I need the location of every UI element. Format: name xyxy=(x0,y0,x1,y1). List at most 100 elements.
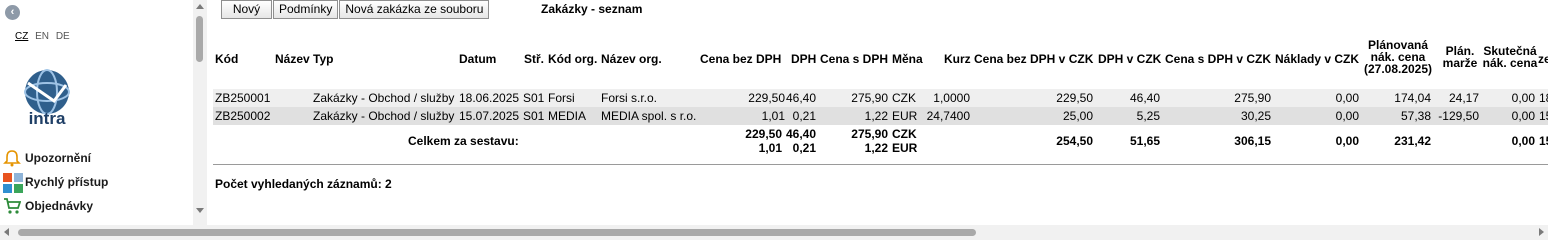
sidebar-item-upozorneni[interactable]: Upozornění xyxy=(3,146,108,170)
sidebar-item-label: Objednávky xyxy=(25,199,94,213)
total-planovana: 231,42 xyxy=(1394,134,1431,148)
cell-skutecna: 0,00 xyxy=(1511,109,1535,123)
header-cena-s-dph[interactable]: Cena s DPH xyxy=(820,52,888,66)
header-naklady-czk[interactable]: Náklady v CZK xyxy=(1275,52,1359,66)
divider xyxy=(213,164,1548,165)
header-kod[interactable]: Kód xyxy=(215,52,238,66)
cell-cena-s-dph-czk: 275,90 xyxy=(1234,91,1271,105)
cell-kurz: 24,7400 xyxy=(926,109,970,123)
conditions-button[interactable]: Podmínky xyxy=(273,0,339,19)
total-skutecna: 0,00 xyxy=(1511,134,1535,148)
sidebar-menu: Upozornění Rychlý přístup Objednávky xyxy=(3,146,108,218)
total-value: 46,40 xyxy=(785,127,816,141)
cell-mena: CZK xyxy=(892,91,916,105)
total-cena-s-dph-czk: 306,15 xyxy=(1234,134,1271,148)
sidebar-item-objednavky[interactable]: Objednávky xyxy=(3,194,108,218)
total-value: 1,01 xyxy=(758,141,782,155)
cell-cena-bez-dph-czk: 25,00 xyxy=(1062,109,1093,123)
total-naklady-czk: 0,00 xyxy=(1335,134,1359,148)
cell-cena-bez-dph: 229,50 xyxy=(748,91,785,105)
cell-naklady-czk: 0,00 xyxy=(1335,91,1359,105)
header-skutecna-nak-cena[interactable]: Skutečná nák. cena xyxy=(1481,45,1539,69)
new-button[interactable]: Nový xyxy=(221,0,272,19)
header-typ[interactable]: Typ xyxy=(313,52,333,66)
header-cena-bez-dph[interactable]: Cena bez DPH xyxy=(700,52,781,66)
cell-cena-s-dph: 275,90 xyxy=(851,91,888,105)
header-line: nák. cena xyxy=(1482,56,1538,70)
header-line: marže xyxy=(1442,56,1478,70)
cell-typ: Zakázky - Obchod / služby xyxy=(313,91,455,105)
cell-dph-czk: 5,25 xyxy=(1136,109,1160,123)
sidebar-item-label: Rychlý přístup xyxy=(25,175,109,189)
header-kod-org[interactable]: Kód org. xyxy=(548,52,597,66)
table-row[interactable]: ZB250002 Zakázky - Obchod / služby 15.07… xyxy=(213,107,1548,125)
cell-datum: 18.06.2025 xyxy=(459,91,520,105)
cell-cena-bez-dph-czk: 229,50 xyxy=(1056,91,1093,105)
header-plan-marze[interactable]: Plán. marže xyxy=(1439,45,1481,69)
cell-typ: Zakázky - Obchod / služby xyxy=(313,109,455,123)
sidebar-scrollbar[interactable] xyxy=(193,0,207,225)
total-value: 229,50 xyxy=(745,127,782,141)
language-switcher: CZ EN DE xyxy=(15,31,74,42)
cell-kod-org: MEDIA xyxy=(548,109,587,123)
header-kurz[interactable]: Kurz xyxy=(944,52,971,66)
header-nazev-org[interactable]: Název org. xyxy=(601,52,662,66)
header-mena[interactable]: Měna xyxy=(892,52,923,66)
header-planovana-nak-cena[interactable]: Plánovaná nák. cena (27.08.2025) xyxy=(1360,39,1436,75)
sidebar-item-rychly-pristup[interactable]: Rychlý přístup xyxy=(3,170,108,194)
cell-datum: 15.07.2025 xyxy=(459,109,520,123)
intra-logo[interactable]: intra xyxy=(14,67,80,127)
cell-nazev-org: Forsi s.r.o. xyxy=(601,91,658,105)
cell-cut: 15 xyxy=(1539,109,1548,123)
cart-icon xyxy=(3,197,22,215)
horizontal-scrollbar[interactable] xyxy=(0,225,1548,240)
cell-mena: EUR xyxy=(892,109,918,123)
cell-cena-s-dph: 1,22 xyxy=(864,109,888,123)
header-datum[interactable]: Datum xyxy=(459,52,496,66)
header-cut-column[interactable]: ze xyxy=(1538,52,1548,66)
scroll-down-icon[interactable] xyxy=(196,208,204,213)
cell-kurz: 1,0000 xyxy=(933,91,970,105)
total-cena-bez-dph: 229,50 1,01 xyxy=(745,127,782,155)
cell-str: S01 xyxy=(523,91,545,105)
scrollbar-thumb[interactable] xyxy=(196,16,203,62)
chevron-left-icon[interactable]: ‹ xyxy=(5,5,20,20)
total-value: 1,22 xyxy=(864,141,888,155)
table-header: Kód Název Typ Datum Stř. Kód org. Název … xyxy=(213,30,1548,88)
header-line: (27.08.2025) xyxy=(1363,62,1433,76)
header-dph-czk[interactable]: DPH v CZK xyxy=(1098,52,1161,66)
scrollbar-thumb[interactable] xyxy=(18,229,976,236)
cell-kod[interactable]: ZB250001 xyxy=(215,91,270,105)
cell-nazev-org: MEDIA spol. s r.o. xyxy=(601,109,697,123)
header-str[interactable]: Stř. xyxy=(524,52,544,66)
cell-naklady-czk: 0,00 xyxy=(1335,109,1359,123)
header-cena-s-dph-czk[interactable]: Cena s DPH v CZK xyxy=(1165,52,1271,66)
total-value: CZK xyxy=(892,127,917,141)
cell-cena-s-dph-czk: 30,25 xyxy=(1240,109,1271,123)
total-mena: CZK EUR xyxy=(892,127,917,155)
total-cut: 15 xyxy=(1539,134,1548,148)
cell-kod[interactable]: ZB250002 xyxy=(215,109,270,123)
cell-cena-bez-dph: 1,01 xyxy=(761,109,785,123)
sidebar-item-label: Upozornění xyxy=(25,151,91,165)
header-cena-bez-dph-czk[interactable]: Cena bez DPH v CZK xyxy=(974,52,1093,66)
table-row[interactable]: ZB250001 Zakázky - Obchod / služby 18.06… xyxy=(213,89,1548,107)
total-dph: 46,40 0,21 xyxy=(786,127,816,155)
import-order-button[interactable]: Nová zakázka ze souboru xyxy=(339,0,490,19)
cell-cut: 18 xyxy=(1539,91,1548,105)
sidebar: ‹ CZ EN DE intra Upozornění Rychlý příst… xyxy=(0,0,193,225)
lang-en[interactable]: EN xyxy=(35,31,49,42)
cell-plan-marze: -129,50 xyxy=(1438,109,1479,123)
scroll-right-icon[interactable] xyxy=(1539,228,1544,236)
cell-planovana: 57,38 xyxy=(1400,109,1431,123)
page-title: Zakázky - seznam xyxy=(541,2,643,16)
header-dph[interactable]: DPH xyxy=(791,52,816,66)
cell-dph-czk: 46,40 xyxy=(1129,91,1160,105)
cell-str: S01 xyxy=(523,109,545,123)
cell-dph: 0,21 xyxy=(792,109,816,123)
lang-de[interactable]: DE xyxy=(56,31,70,42)
header-nazev[interactable]: Název xyxy=(275,52,310,66)
scroll-left-icon[interactable] xyxy=(4,228,9,236)
scroll-up-icon[interactable] xyxy=(196,4,204,9)
lang-cz[interactable]: CZ xyxy=(15,31,28,42)
